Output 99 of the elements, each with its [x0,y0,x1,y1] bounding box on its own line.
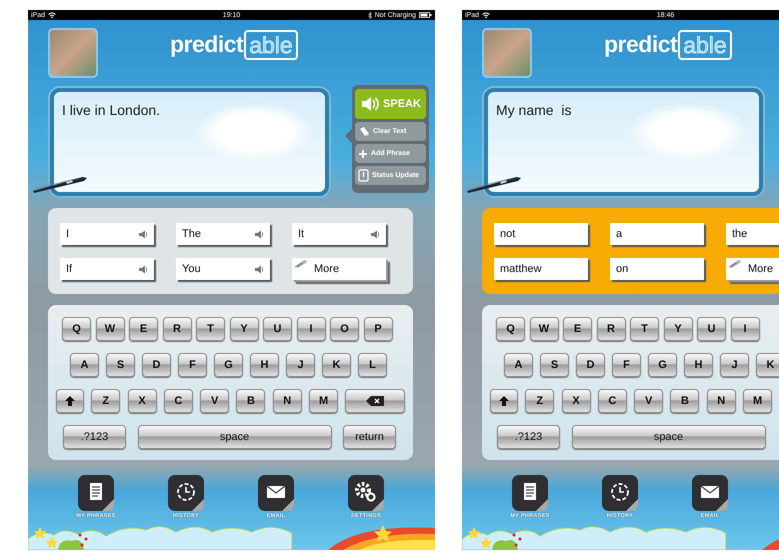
wifi-icon [48,12,56,18]
message-field[interactable]: My name is [484,88,763,196]
letter-key[interactable]: N [706,389,736,413]
document-icon [78,475,114,511]
speaker-icon [360,94,380,114]
word-button[interactable]: the [726,223,779,245]
word-button[interactable]: If [60,258,154,280]
gear-icon [348,475,384,511]
letter-key[interactable]: I [296,317,326,341]
letter-key[interactable]: X [128,389,157,413]
letter-key[interactable]: R [162,317,192,341]
speaker-icon [254,264,264,274]
logo-text: predict [604,30,678,58]
logo-text: predict [170,30,244,58]
document-icon [512,475,548,511]
letter-key[interactable]: J [720,353,749,377]
letter-key[interactable]: Z [91,389,120,413]
letter-key[interactable]: Z [525,389,554,413]
symbols-key[interactable]: .?123 [497,425,560,449]
letter-key[interactable]: B [236,389,266,413]
speaker-icon [370,230,380,238]
wifi-icon [482,12,490,18]
letter-key[interactable]: Y [230,317,258,341]
letter-key[interactable]: D [576,353,605,377]
backspace-key[interactable] [345,389,406,413]
shift-key[interactable] [56,389,84,413]
letter-key[interactable]: E [129,317,158,341]
letter-key[interactable]: R [596,317,626,341]
letter-key[interactable]: P [364,317,392,341]
letter-key[interactable]: M [309,389,338,413]
symbols-key[interactable]: .?123 [63,425,126,449]
letter-key[interactable]: B [670,389,700,413]
letter-key[interactable]: S [540,353,569,377]
letter-key[interactable]: C [164,389,193,413]
paperclip-icon [293,259,307,268]
letter-key[interactable]: Q [496,317,525,341]
letter-key[interactable]: I [730,317,760,341]
clock-icon [602,475,638,511]
space-key[interactable]: space [572,425,766,449]
space-key[interactable]: space [138,425,332,449]
letter-key[interactable]: F [612,353,641,377]
letter-key[interactable]: T [196,317,225,341]
letter-key[interactable]: M [743,389,772,413]
envelope-icon [692,475,728,511]
logo-speech-bubble: able [244,30,298,60]
letter-key[interactable]: N [272,389,302,413]
logo-speech-bubble: able [678,30,732,60]
eraser-icon [358,126,370,137]
letter-key[interactable]: U [697,317,726,341]
clock-icon [168,475,204,511]
letter-key[interactable]: Y [664,317,692,341]
letter-key[interactable]: A [504,353,533,377]
bluetooth-icon [368,12,372,18]
word-button[interactable]: not [494,223,588,245]
letter-key[interactable]: U [263,317,292,341]
letter-key[interactable]: T [630,317,659,341]
shift-key[interactable] [490,389,518,413]
letter-key[interactable]: L [358,353,387,377]
letter-key[interactable]: J [286,353,315,377]
letter-key[interactable]: H [250,353,279,377]
letter-key[interactable]: D [142,353,171,377]
letter-key[interactable]: K [322,353,351,377]
message-field[interactable]: I live in London. [50,88,329,196]
word-button[interactable]: a [610,223,704,245]
letter-key[interactable]: G [214,353,243,377]
letter-key[interactable]: W [530,317,558,341]
speaker-icon [138,264,148,274]
more-button[interactable]: More [292,258,386,280]
more-button[interactable]: More [726,258,779,280]
letter-key[interactable]: A [70,353,99,377]
word-button[interactable]: I [60,223,154,245]
speaker-icon [254,230,264,238]
word-button[interactable]: You [176,258,270,280]
letter-key[interactable]: G [648,353,677,377]
speaker-icon [138,230,148,238]
letter-key[interactable]: V [200,389,230,413]
letter-key[interactable]: H [684,353,713,377]
letter-key[interactable]: Q [62,317,91,341]
letter-key[interactable]: E [563,317,592,341]
return-key[interactable]: return [343,425,396,449]
letter-key[interactable]: X [562,389,591,413]
word-button[interactable]: matthew [494,258,588,280]
paperclip-icon [727,259,741,268]
battery-icon [419,12,432,18]
letter-key[interactable]: V [634,389,664,413]
backspace-icon [366,396,384,406]
word-button[interactable]: on [610,258,704,280]
envelope-icon [258,475,294,511]
up-arrow-icon [499,396,509,406]
up-arrow-icon [65,396,75,406]
word-button[interactable]: The [176,223,270,245]
letter-key[interactable]: O [330,317,359,341]
letter-key[interactable]: F [178,353,207,377]
letter-key[interactable]: W [96,317,124,341]
plus-icon [358,148,368,158]
letter-key[interactable]: K [756,353,779,377]
letter-key[interactable]: S [106,353,135,377]
letter-key[interactable]: C [598,389,627,413]
word-button[interactable]: It [292,223,386,245]
